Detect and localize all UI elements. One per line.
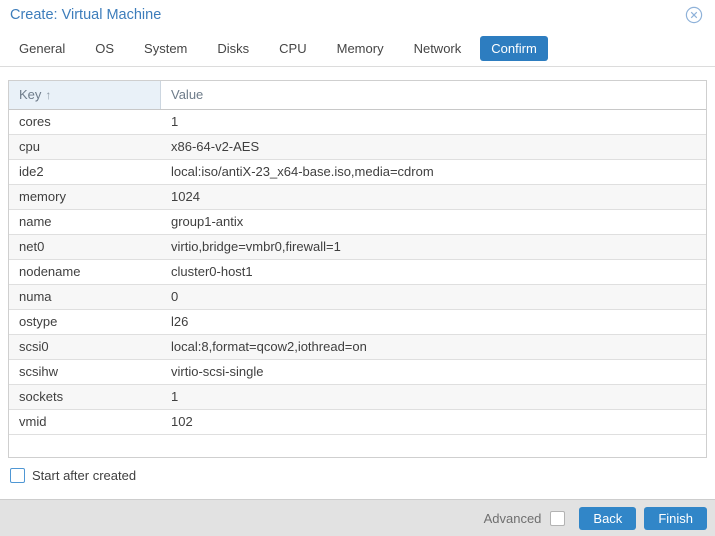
tab-os[interactable]: OS xyxy=(84,36,125,61)
tab-system[interactable]: System xyxy=(133,36,198,61)
row-value: 1 xyxy=(171,389,179,404)
tab-confirm[interactable]: Confirm xyxy=(480,35,548,61)
start-after-created-option[interactable]: Start after created xyxy=(10,468,136,483)
row-key: net0 xyxy=(19,239,45,254)
column-header-value[interactable]: Value xyxy=(161,81,706,109)
start-after-created-checkbox[interactable] xyxy=(10,468,25,483)
row-key: ostype xyxy=(19,314,58,329)
row-value: x86-64-v2-AES xyxy=(171,139,260,154)
table-row[interactable]: vmid 102 xyxy=(9,410,706,435)
row-key: memory xyxy=(19,189,66,204)
table-row[interactable]: net0 virtio,bridge=vmbr0,firewall=1 xyxy=(9,235,706,260)
tab-bar: General OS System Disks CPU Memory Network Conf… xyxy=(0,30,715,67)
row-key: ide2 xyxy=(19,164,44,179)
table-row[interactable]: cores 1 xyxy=(9,110,706,135)
column-header-key-label: Key xyxy=(19,87,42,102)
row-value: 0 xyxy=(171,289,179,304)
back-button[interactable]: Back xyxy=(579,506,637,530)
row-key: scsihw xyxy=(19,364,59,379)
row-value: l26 xyxy=(171,314,189,329)
tab-disks[interactable]: Disks xyxy=(206,36,260,61)
row-value: virtio,bridge=vmbr0,firewall=1 xyxy=(171,239,341,254)
table-row[interactable]: sockets 1 xyxy=(9,385,706,410)
table-row[interactable]: memory 1024 xyxy=(9,185,706,210)
row-key: cores xyxy=(19,114,51,129)
table-row[interactable]: scsihw virtio-scsi-single xyxy=(9,360,706,385)
footer-toolbar: Advanced Back Finish xyxy=(0,499,715,536)
row-key: nodename xyxy=(19,264,81,279)
table-row[interactable]: nodename cluster0-host1 xyxy=(9,260,706,285)
table-row[interactable]: numa 0 xyxy=(9,285,706,310)
close-icon[interactable] xyxy=(685,6,703,24)
window-title: Create: Virtual Machine xyxy=(10,7,162,23)
window-titlebar: Create: Virtual Machine xyxy=(0,0,715,30)
row-key: sockets xyxy=(19,389,64,404)
column-header-key[interactable]: Key ↑ xyxy=(9,81,161,109)
row-value: 1024 xyxy=(171,189,200,204)
row-value: virtio-scsi-single xyxy=(171,364,264,379)
table-header-row: Key ↑ Value xyxy=(9,81,706,110)
table-body: cores 1 cpu x86-64-v2-AES ide2 local:iso/anti… xyxy=(9,110,706,435)
row-value: group1-antix xyxy=(171,214,244,229)
table-row[interactable]: name group1-antix xyxy=(9,210,706,235)
tab-network[interactable]: Network xyxy=(403,36,473,61)
row-value: cluster0-host1 xyxy=(171,264,253,279)
start-after-created-label: Start after created xyxy=(32,468,137,483)
tab-general[interactable]: General xyxy=(8,36,76,61)
row-value: local:iso/antiX-23_x64-base.iso,media=cd… xyxy=(171,164,434,179)
column-header-value-label: Value xyxy=(171,87,204,102)
table-row[interactable]: ide2 local:iso/antiX-23_x64-base.iso,medi… xyxy=(9,160,706,185)
row-key: name xyxy=(19,214,52,229)
sort-ascending-icon: ↑ xyxy=(45,88,52,102)
tab-memory[interactable]: Memory xyxy=(326,36,395,61)
finish-button[interactable]: Finish xyxy=(644,506,707,530)
table-row[interactable]: scsi0 local:8,format=qcow2,iothread=on xyxy=(9,335,706,360)
advanced-checkbox[interactable] xyxy=(550,510,566,526)
row-value: 1 xyxy=(171,114,179,129)
table-row[interactable]: ostype l26 xyxy=(9,310,706,335)
row-key: cpu xyxy=(19,139,40,154)
row-key: vmid xyxy=(19,414,47,429)
row-key: numa xyxy=(19,289,52,304)
row-value: local:8,format=qcow2,iothread=on xyxy=(171,339,367,354)
row-value: 102 xyxy=(171,414,193,429)
confirm-settings-table: Key ↑ Value cores 1 cpu x86-64-v2-AES ide2 loc… xyxy=(8,80,707,458)
row-key: scsi0 xyxy=(19,339,49,354)
tab-cpu[interactable]: CPU xyxy=(268,36,317,61)
advanced-label: Advanced xyxy=(483,510,542,526)
table-row[interactable]: cpu x86-64-v2-AES xyxy=(9,135,706,160)
